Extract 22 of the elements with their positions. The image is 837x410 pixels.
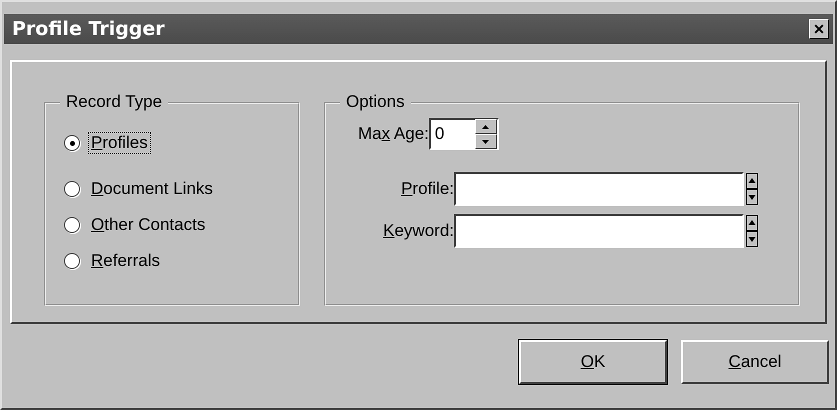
radio-button[interactable]: [64, 135, 80, 151]
spin-arrows-icon[interactable]: [746, 173, 758, 205]
spin-arrows-icon[interactable]: [746, 215, 758, 247]
spin-down-icon[interactable]: [474, 134, 497, 149]
dialog-button[interactable]: Cancel: [681, 340, 829, 384]
dialog-button[interactable]: OK: [519, 340, 667, 384]
field-label: Max Age:: [358, 124, 429, 144]
radio-label[interactable]: Other Contacts: [88, 214, 208, 236]
text-field[interactable]: [454, 214, 744, 248]
close-button[interactable]: ×: [809, 19, 829, 39]
window-title: Profile Trigger: [12, 18, 165, 40]
field-label: Profile:: [400, 179, 454, 199]
text-field[interactable]: [454, 172, 744, 206]
radio-button[interactable]: [64, 217, 80, 233]
radio-button[interactable]: [64, 253, 80, 269]
max-age-spin-field[interactable]: 0: [428, 118, 499, 150]
radio-label[interactable]: Document Links: [88, 178, 216, 200]
radio-label[interactable]: Profiles: [88, 132, 151, 154]
spin-up-icon[interactable]: [474, 119, 497, 134]
radio-button[interactable]: [64, 181, 80, 197]
field-label: Keyword:: [382, 221, 454, 241]
radio-label[interactable]: Referrals: [88, 250, 163, 272]
